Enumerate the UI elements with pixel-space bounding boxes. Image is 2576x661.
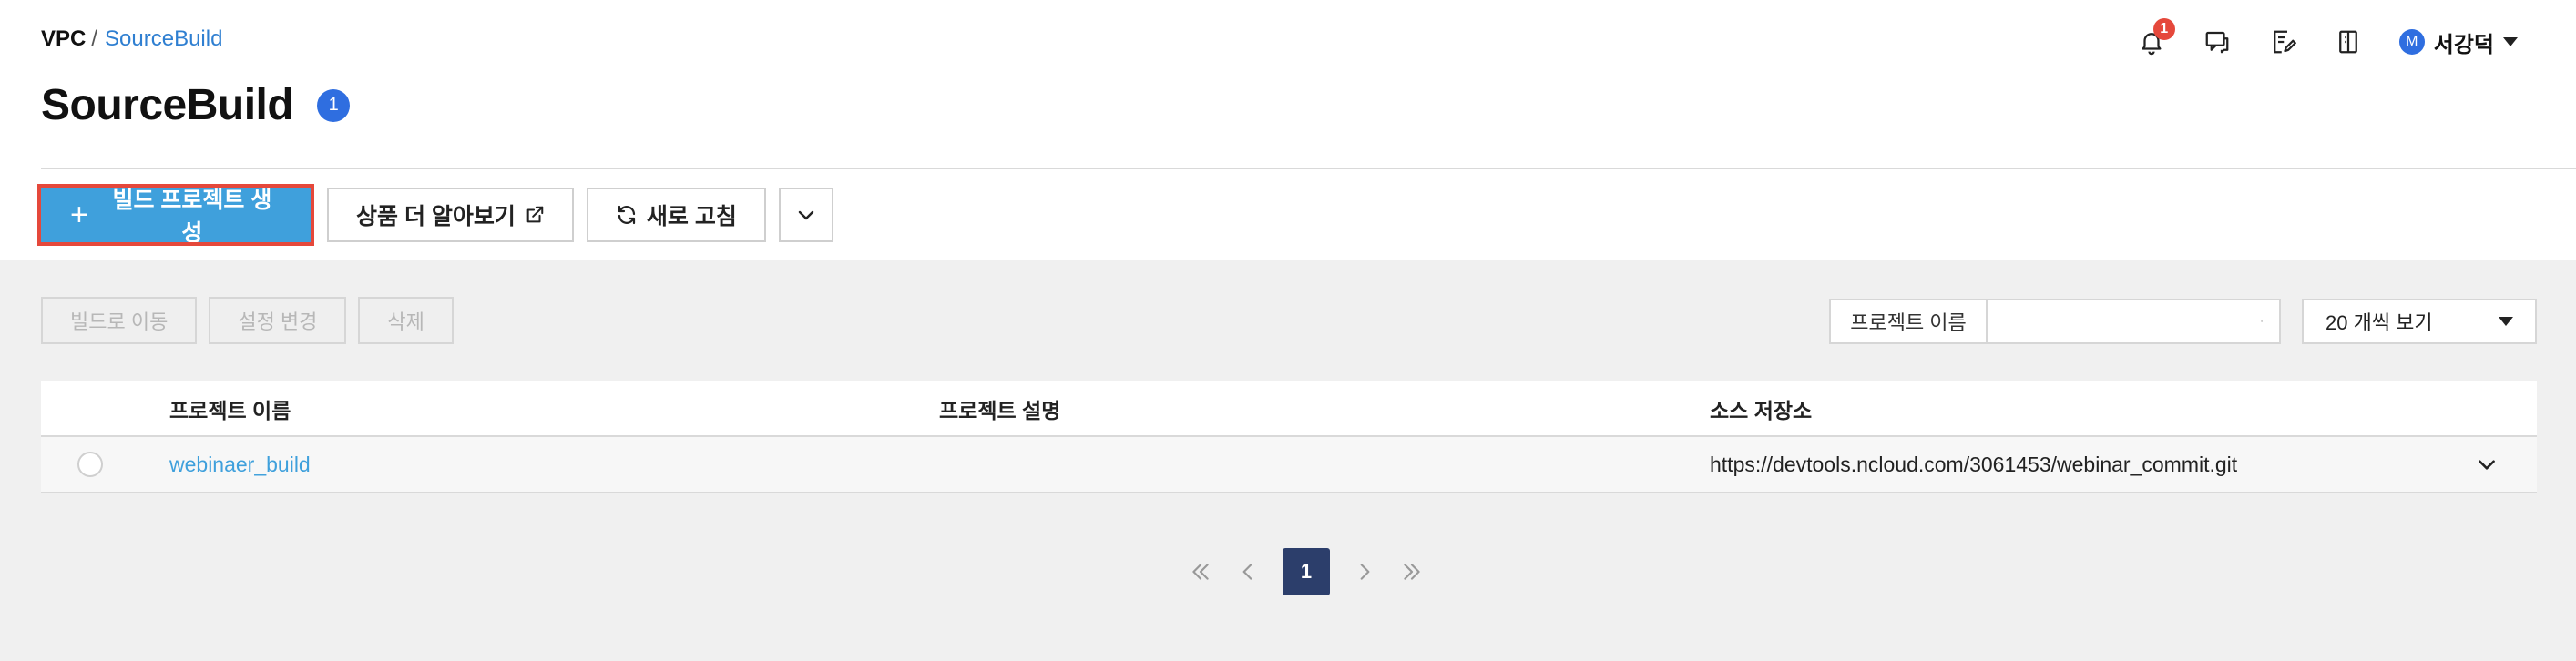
project-name-cell: webinaer_build [169, 437, 311, 492]
first-page-button[interactable] [1182, 554, 1219, 590]
plus-icon: + [70, 198, 88, 232]
page-number-current[interactable]: 1 [1283, 548, 1330, 595]
table-header: 프로젝트 이름 프로젝트 설명 소스 저장소 [41, 381, 2537, 437]
chevron-down-icon [798, 210, 814, 220]
per-page-select[interactable]: 20 개씩 보기 [2302, 299, 2537, 344]
manual-book-icon [2338, 30, 2357, 54]
create-build-project-button[interactable]: + 빌드 프로젝트 생성 [37, 184, 314, 246]
row-expand-button[interactable] [2475, 437, 2499, 492]
project-table: 프로젝트 이름 프로젝트 설명 소스 저장소 webinaer_build ht… [41, 381, 2537, 493]
more-options-button[interactable] [778, 188, 833, 242]
chevron-down-icon [2503, 37, 2518, 46]
breadcrumb-current[interactable]: SourceBuild [105, 26, 222, 52]
chevron-down-icon [2499, 317, 2513, 326]
search-field-label[interactable]: 프로젝트 이름 [1829, 299, 1988, 344]
page-title: SourceBuild [41, 81, 294, 129]
create-build-project-label: 빌드 프로젝트 생성 [112, 188, 272, 246]
count-badge: 1 [317, 88, 351, 122]
chat-icon [2205, 31, 2229, 54]
content-area: 빌드로 이동 설정 변경 삭제 프로젝트 이름 20 개씩 보기 프로젝트 이름… [0, 260, 2576, 661]
next-page-button[interactable] [1346, 554, 1383, 590]
manual-button[interactable] [2330, 24, 2366, 60]
pagination: 1 [1177, 548, 1436, 595]
search-input[interactable] [1988, 300, 2261, 342]
header-divider [41, 168, 2576, 169]
search-icon[interactable] [2261, 310, 2263, 332]
repository-cell: https://devtools.ncloud.com/3061453/webi… [1710, 452, 2238, 476]
learn-more-label: 상품 더 알아보기 [356, 204, 516, 229]
breadcrumb-root[interactable]: VPC [41, 26, 86, 52]
header-actions: 1 M 서강덕 [2104, 18, 2518, 62]
chevron-left-icon [1242, 564, 1252, 580]
breadcrumb-separator: / [91, 26, 98, 51]
double-chevron-right-icon [1404, 564, 1420, 580]
column-header-description[interactable]: 프로젝트 설명 [939, 381, 1060, 436]
avatar: M [2398, 29, 2425, 55]
chevron-down-icon [2479, 460, 2495, 470]
chat-button[interactable] [2199, 24, 2235, 60]
table-row[interactable]: webinaer_build https://devtools.ncloud.c… [41, 437, 2537, 493]
user-menu[interactable]: M 서강덕 [2398, 26, 2518, 58]
change-settings-button[interactable]: 설정 변경 [209, 297, 347, 344]
double-chevron-left-icon [1192, 564, 1209, 580]
row-actions: 빌드로 이동 설정 변경 삭제 [41, 297, 465, 344]
memo-edit-icon [2273, 30, 2296, 54]
page-title-row: SourceBuild 1 [41, 80, 351, 130]
memo-button[interactable] [2264, 24, 2301, 60]
toolbar: + 빌드 프로젝트 생성 상품 더 알아보기 새로 고침 [37, 184, 846, 246]
project-name-link[interactable]: webinaer_build [169, 453, 311, 477]
refresh-button[interactable]: 새로 고침 [586, 188, 766, 242]
delete-button[interactable]: 삭제 [358, 297, 454, 344]
prev-page-button[interactable] [1230, 554, 1266, 590]
chevron-right-icon [1360, 564, 1370, 580]
breadcrumb: VPC / SourceBuild [41, 26, 222, 52]
search-box [1988, 299, 2281, 344]
external-link-icon [526, 206, 544, 223]
column-header-name[interactable]: 프로젝트 이름 [169, 381, 291, 436]
move-to-build-button[interactable]: 빌드로 이동 [41, 297, 198, 344]
notification-button[interactable]: 1 [2133, 18, 2175, 60]
user-name: 서강덕 [2433, 32, 2494, 57]
learn-more-button[interactable]: 상품 더 알아보기 [327, 188, 574, 242]
row-select-cell [77, 437, 103, 492]
column-header-repository[interactable]: 소스 저장소 [1710, 381, 1812, 436]
search-group: 프로젝트 이름 [1829, 299, 2281, 344]
notification-badge: 1 [2152, 18, 2175, 40]
refresh-label: 새로 고침 [646, 204, 737, 229]
row-radio[interactable] [77, 452, 103, 477]
per-page-value: 20 개씩 보기 [2326, 311, 2433, 334]
refresh-icon [618, 205, 636, 225]
last-page-button[interactable] [1394, 554, 1430, 590]
